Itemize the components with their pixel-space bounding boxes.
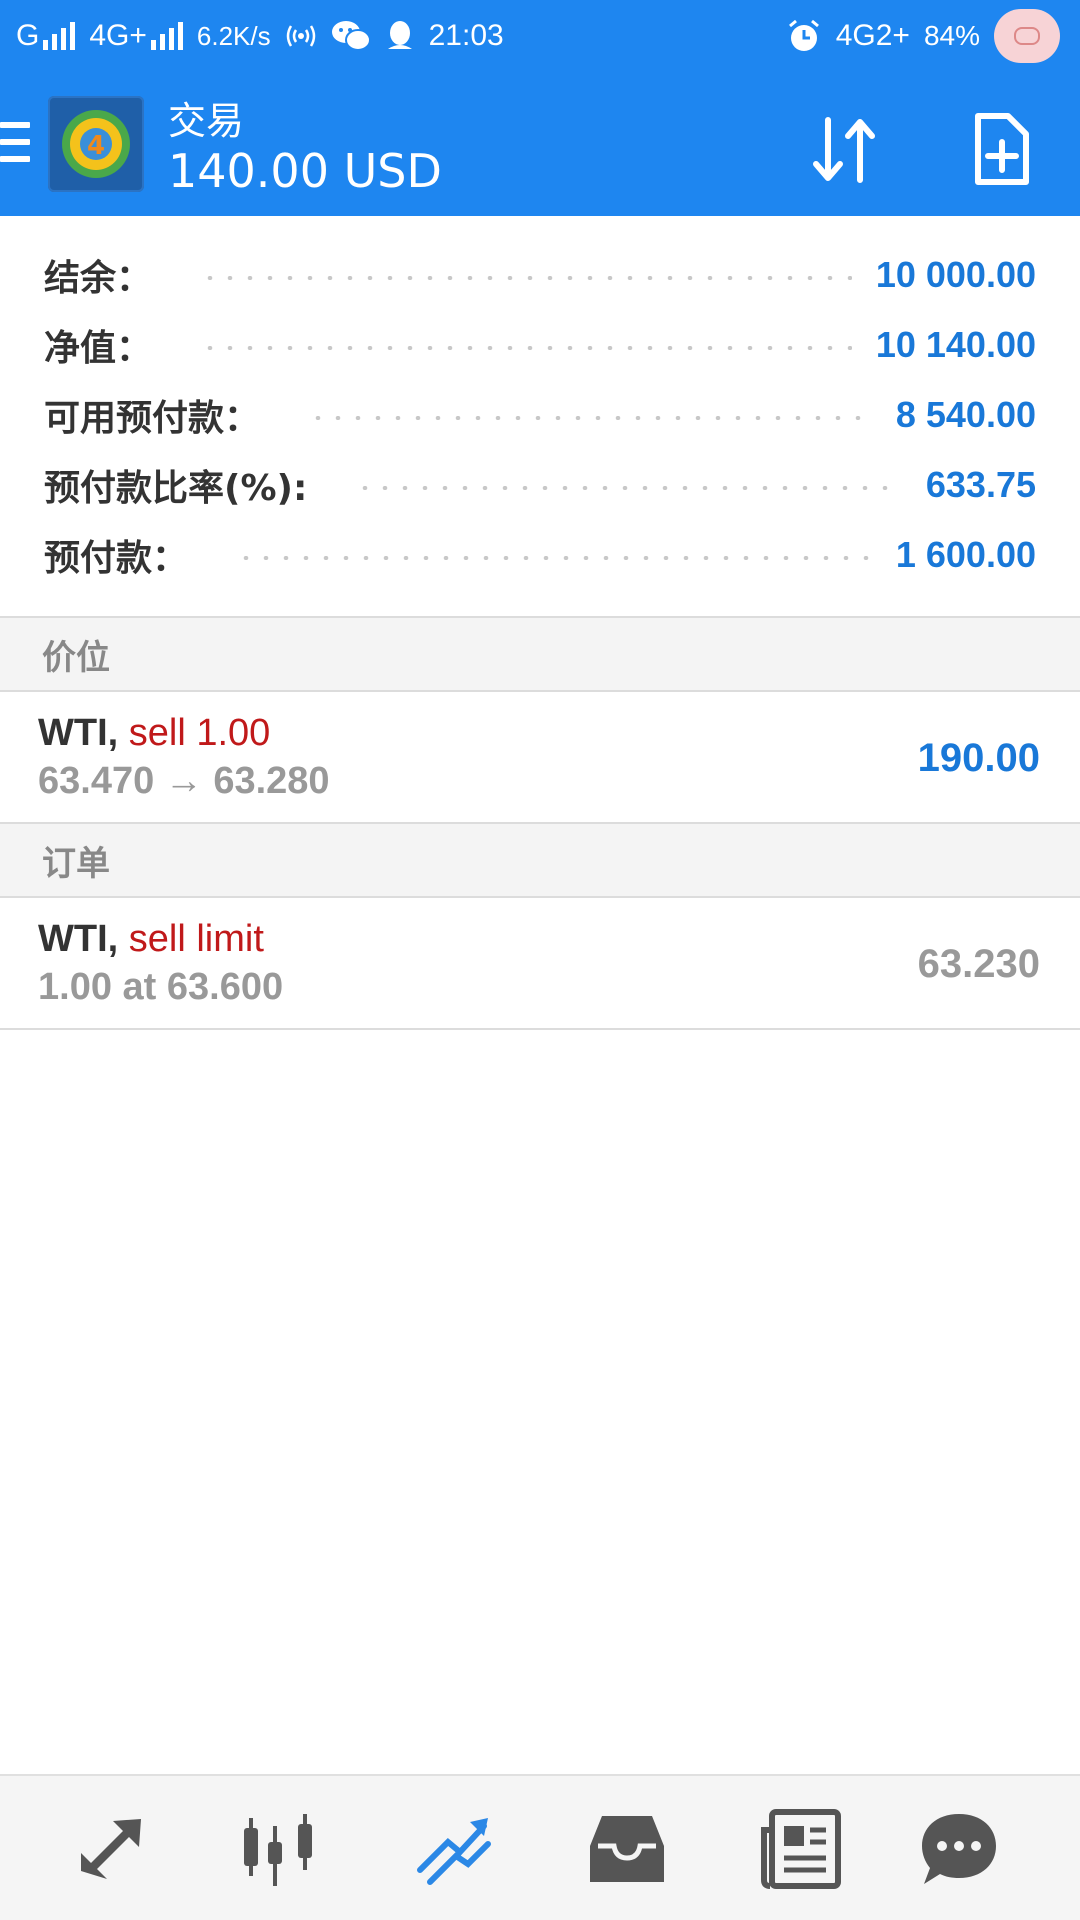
dot-leader — [200, 276, 852, 280]
page-title: 交易 — [168, 99, 245, 143]
account-summary: 结余： 10 000.00 净值： 10 140.00 可用预付款： 8 540… — [0, 240, 1080, 590]
summary-value: 10 000.00 — [875, 254, 1036, 295]
summary-label: 预付款比率(%): — [44, 468, 308, 509]
inbox-icon — [590, 1816, 664, 1882]
position-prices: 63.470 → 63.280 — [38, 760, 330, 802]
carrier-1-label: G — [16, 19, 40, 52]
hotspot-icon — [285, 22, 317, 50]
order-row[interactable]: WTI, sell limit 1.00 at 63.600 63.230 — [0, 898, 1080, 1028]
summary-label: 净值： — [44, 328, 153, 369]
summary-value: 8 540.00 — [895, 394, 1036, 435]
summary-value: 1 600.00 — [895, 534, 1036, 575]
chat-icon — [922, 1814, 996, 1884]
summary-row-balance: 结余： 10 000.00 — [0, 240, 1080, 310]
nav-news[interactable] — [758, 1806, 844, 1892]
wechat-icon — [331, 19, 371, 53]
summary-label: 可用预付款： — [44, 398, 261, 439]
sort-icon — [813, 117, 875, 183]
summary-label: 预付款： — [44, 538, 189, 579]
network-speed: 6.2K/s — [196, 20, 271, 51]
sort-button[interactable] — [806, 110, 886, 190]
metatrader-logo-icon[interactable]: 4 — [48, 96, 144, 192]
chart-icon — [244, 1814, 312, 1886]
carrier-1: G — [16, 19, 76, 53]
nav-trade[interactable] — [412, 1806, 498, 1892]
divider — [0, 1028, 1080, 1030]
qq-icon — [385, 19, 415, 53]
nav-chat[interactable] — [916, 1806, 1002, 1892]
menu-icon[interactable] — [0, 122, 30, 164]
summary-row-margin: 预付款： 1 600.00 — [0, 520, 1080, 590]
nav-chart[interactable] — [238, 1806, 324, 1892]
positions-header: 价位 — [0, 618, 1080, 690]
dot-leader — [236, 556, 872, 560]
order-side: sell limit — [128, 918, 264, 960]
position-side: sell 1.00 — [128, 712, 271, 754]
status-bar: G 4G+ 6.2K/s 21:03 4G2+ 84% — [0, 0, 1080, 72]
app-bar: 4 交易 140.00 USD — [0, 72, 1080, 216]
pig-avatar-icon — [994, 9, 1060, 63]
status-bar-right: 4G2+ 84% — [786, 9, 1060, 63]
dot-leader — [200, 346, 852, 350]
battery-level: 84% — [923, 20, 980, 51]
orders-header: 订单 — [0, 824, 1080, 896]
carrier-2-label: 4G+ — [89, 19, 147, 52]
signal-icon — [43, 22, 76, 50]
add-document-icon — [975, 113, 1029, 185]
summary-value: 633.75 — [925, 464, 1036, 505]
summary-label: 结余： — [44, 258, 153, 299]
summary-row-margin-level: 预付款比率(%): 633.75 — [0, 450, 1080, 520]
alarm-icon — [786, 18, 822, 54]
order-title: WTI, sell limit — [38, 918, 264, 961]
summary-row-equity: 净值： 10 140.00 — [0, 310, 1080, 380]
position-row[interactable]: WTI, sell 1.00 63.470 → 63.280 190.00 — [0, 692, 1080, 822]
clock-time: 21:03 — [428, 19, 504, 52]
summary-row-free-margin: 可用预付款： 8 540.00 — [0, 380, 1080, 450]
order-current-price: 63.230 — [917, 942, 1040, 986]
order-symbol: WTI, — [38, 918, 119, 960]
position-profit: 190.00 — [917, 736, 1040, 780]
dot-leader — [355, 486, 902, 490]
order-details: 1.00 at 63.600 — [38, 966, 284, 1008]
position-symbol: WTI, — [38, 712, 119, 754]
trade-icon — [417, 1818, 491, 1885]
svg-text:4: 4 — [87, 131, 105, 161]
summary-value: 10 140.00 — [875, 324, 1036, 365]
news-icon — [761, 1809, 841, 1889]
network-type: 4G2+ — [835, 19, 910, 52]
new-order-button[interactable] — [962, 110, 1042, 190]
nav-history[interactable] — [584, 1806, 670, 1892]
quotes-icon — [81, 1819, 141, 1879]
status-bar-left: G 4G+ 6.2K/s 21:03 — [16, 19, 504, 53]
bottom-navigation — [0, 1774, 1080, 1920]
account-profit: 140.00 USD — [168, 144, 442, 198]
carrier-2: 4G+ — [89, 19, 183, 53]
signal-icon — [150, 22, 183, 50]
position-title: WTI, sell 1.00 — [38, 712, 270, 755]
dot-leader — [308, 416, 872, 420]
nav-quotes[interactable] — [68, 1806, 154, 1892]
